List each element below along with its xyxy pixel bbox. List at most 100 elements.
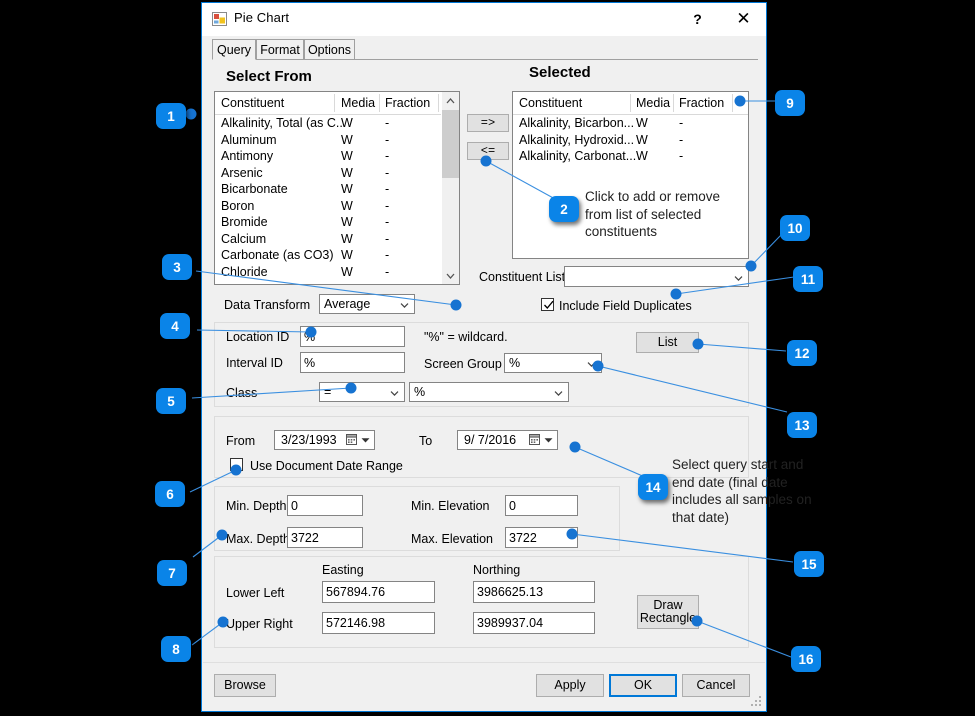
table-row[interactable]: Chloride W - <box>215 264 459 281</box>
table-row[interactable]: Aluminum W - <box>215 132 459 149</box>
chevron-down-icon[interactable] <box>361 432 370 446</box>
include-field-duplicates-checkbox[interactable] <box>541 298 554 311</box>
scroll-thumb[interactable] <box>442 110 459 178</box>
class-operator-combo[interactable]: = <box>319 382 405 402</box>
select-from-scrollbar[interactable] <box>441 92 459 284</box>
data-transform-label: Data Transform <box>224 298 311 312</box>
to-label: To <box>419 434 433 448</box>
col-constituent: Constituent <box>519 96 583 110</box>
table-row[interactable]: Arsenic W - <box>215 165 459 182</box>
table-row[interactable]: Boron W - <box>215 198 459 215</box>
screen-group-combo[interactable]: % <box>504 353 602 373</box>
cell-media: W <box>341 198 353 213</box>
col-media: Media <box>636 96 671 110</box>
constituent-list-combo[interactable] <box>564 266 749 287</box>
draw-rectangle-button[interactable]: Draw Rectangle <box>637 595 699 629</box>
table-row[interactable]: Alkalinity, Carbonat... W - <box>513 148 748 165</box>
remove-from-selected-button[interactable]: <= <box>467 142 509 160</box>
window-title: Pie Chart <box>234 10 290 25</box>
from-date-picker[interactable]: 3/23/1993 <box>274 430 375 450</box>
to-date-picker[interactable]: 9/ 7/2016 <box>457 430 558 450</box>
cancel-button[interactable]: Cancel <box>682 674 750 697</box>
upper-right-easting-input[interactable]: 572146.98 <box>322 612 435 634</box>
table-row[interactable]: Alkalinity, Bicarbon... W - <box>513 115 748 132</box>
class-value: % <box>414 385 426 399</box>
min-depth-input[interactable]: 0 <box>287 495 363 516</box>
help-button[interactable]: ? <box>675 3 720 34</box>
callout-badge-9: 9 <box>775 90 805 116</box>
cell-fraction: - <box>385 248 390 262</box>
resize-grip[interactable] <box>751 696 762 707</box>
callout-badge-1: 1 <box>156 103 186 129</box>
upper-right-label: Upper Right <box>226 617 293 631</box>
interval-id-input[interactable]: % <box>300 352 405 373</box>
table-row[interactable]: Alkalinity, Hydroxid... W - <box>513 132 748 149</box>
close-button[interactable]: ✕ <box>721 3 766 34</box>
max-elevation-input[interactable]: 3722 <box>505 527 578 548</box>
from-date-value: 3/23/1993 <box>281 433 337 447</box>
table-row[interactable]: Calcium W - <box>215 231 459 248</box>
list-button[interactable]: List <box>636 332 699 353</box>
callout-note-dates: Select query start and end date (final d… <box>672 457 812 525</box>
lower-left-northing-input[interactable]: 3986625.13 <box>473 581 595 603</box>
class-value-combo[interactable]: % <box>409 382 569 402</box>
scroll-up-icon[interactable] <box>442 92 459 109</box>
table-row[interactable]: Bromide W - <box>215 214 459 231</box>
ok-button[interactable]: OK <box>609 674 677 697</box>
min-elevation-label: Min. Elevation <box>411 499 490 513</box>
max-depth-input[interactable]: 3722 <box>287 527 363 548</box>
min-elevation-input[interactable]: 0 <box>505 495 578 516</box>
chevron-down-icon <box>734 271 743 281</box>
location-id-input[interactable]: % <box>300 326 405 347</box>
cell-media: W <box>341 248 353 262</box>
chevron-down-icon <box>554 387 563 396</box>
callout-badge-16: 16 <box>791 646 821 672</box>
class-label: Class <box>226 386 258 400</box>
use-document-date-range-checkbox[interactable] <box>230 458 243 471</box>
callout-badge-11: 11 <box>793 266 823 292</box>
select-from-listbox[interactable]: Constituent Media Fraction Alkalinity, T… <box>214 91 460 285</box>
table-row[interactable]: Alkalinity, Total (as C... W - <box>215 115 459 132</box>
cell-constituent: Antimony <box>221 149 274 163</box>
cell-media: W <box>341 116 353 130</box>
screen-group-label: Screen Group <box>424 357 502 371</box>
include-field-duplicates-label: Include Field Duplicates <box>559 299 692 313</box>
tab-query[interactable]: Query <box>212 39 256 60</box>
lower-left-easting-input[interactable]: 567894.76 <box>322 581 435 603</box>
scroll-down-icon[interactable] <box>442 267 459 284</box>
callout-badge-4: 4 <box>160 313 190 339</box>
selected-heading: Selected <box>529 64 591 81</box>
calendar-icon <box>346 434 357 445</box>
cell-fraction: - <box>385 215 390 229</box>
cell-fraction: - <box>385 182 390 196</box>
cell-media: W <box>636 132 648 147</box>
from-label: From <box>226 434 256 448</box>
chevron-down-icon[interactable] <box>544 432 553 446</box>
data-transform-combo[interactable]: Average <box>319 294 415 314</box>
cell-fraction: - <box>385 116 390 130</box>
chevron-down-icon <box>390 387 399 396</box>
form-window-icon <box>212 12 227 26</box>
col-media: Media <box>341 96 376 110</box>
table-row[interactable]: Bicarbonate W - <box>215 181 459 198</box>
cell-fraction: - <box>385 149 390 163</box>
table-row[interactable]: Antimony W - <box>215 148 459 165</box>
selected-header-row: Constituent Media Fraction <box>513 92 748 115</box>
cell-constituent: Bromide <box>221 215 268 229</box>
calendar-icon <box>529 434 540 445</box>
browse-button[interactable]: Browse <box>214 674 276 697</box>
apply-button[interactable]: Apply <box>536 674 604 697</box>
cell-fraction: - <box>385 165 390 180</box>
callout-badge-3: 3 <box>162 254 192 280</box>
lower-left-label: Lower Left <box>226 586 285 600</box>
table-row[interactable]: Carbonate (as CO3) W - <box>215 247 459 264</box>
cell-constituent: Arsenic <box>221 165 263 180</box>
tab-format[interactable]: Format <box>256 39 304 60</box>
cell-constituent: Alkalinity, Carbonat... <box>519 149 637 163</box>
tab-underline <box>212 59 758 60</box>
upper-right-northing-input[interactable]: 3989937.04 <box>473 612 595 634</box>
callout-badge-10: 10 <box>780 215 810 241</box>
cell-constituent: Aluminum <box>221 132 277 147</box>
add-to-selected-button[interactable]: => <box>467 114 509 132</box>
tab-options[interactable]: Options <box>304 39 355 60</box>
